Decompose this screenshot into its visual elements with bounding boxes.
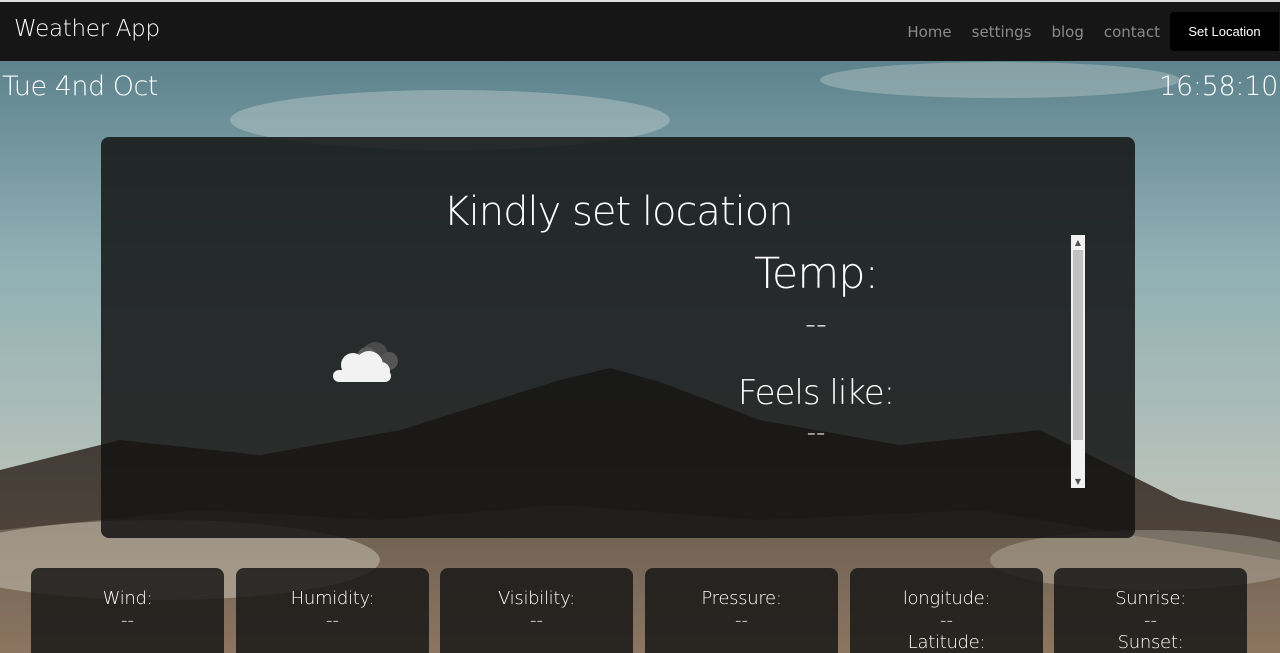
feels-like-value: -- [806, 418, 826, 448]
sunrise-label: Sunrise: [1115, 588, 1186, 609]
temperature-panel: Temp: -- Feels like: -- [711, 247, 921, 448]
scrollbar[interactable]: ▲ ▼ [1071, 235, 1085, 488]
scroll-up-arrow-icon[interactable]: ▲ [1071, 235, 1085, 249]
temp-label: Temp: [753, 249, 879, 299]
humidity-label: Humidity: [290, 588, 375, 609]
current-time: 16:58:10 [1159, 71, 1278, 102]
sunrise-value: -- [1144, 610, 1157, 631]
nav-links: Home settings blog contact [907, 23, 1160, 41]
weather-main-card: Kindly set location Temp: -- Feels like:… [101, 137, 1135, 538]
sunset-label: Sunset: [1117, 632, 1184, 653]
scroll-down-arrow-icon[interactable]: ▼ [1071, 474, 1085, 488]
pressure-label: Pressure: [701, 588, 782, 609]
scrollbar-thumb[interactable] [1073, 250, 1083, 440]
set-location-button[interactable]: Set Location [1170, 12, 1279, 51]
nav-link-contact[interactable]: contact [1104, 23, 1160, 41]
longitude-value: -- [940, 610, 953, 631]
coordinates-card: longitude: -- Latitude: [850, 568, 1043, 653]
cloud-icon [331, 337, 403, 385]
pressure-value: -- [735, 610, 748, 631]
nav-link-home[interactable]: Home [907, 23, 951, 41]
nav-link-settings[interactable]: settings [972, 23, 1032, 41]
temp-value: -- [805, 307, 827, 342]
navbar: Weather App Home settings blog contact S… [0, 2, 1280, 61]
feels-like-label: Feels like: [737, 373, 895, 413]
wind-label: Wind: [102, 588, 153, 609]
sun-times-card: Sunrise: -- Sunset: [1054, 568, 1247, 653]
humidity-value: -- [326, 610, 339, 631]
longitude-label: longitude: [902, 588, 991, 609]
visibility-card: Visibility: -- [440, 568, 633, 653]
wind-value: -- [121, 610, 134, 631]
brand-title[interactable]: Weather App [14, 16, 160, 42]
latitude-label: Latitude: [907, 632, 986, 653]
visibility-label: Visibility: [498, 588, 575, 609]
humidity-card: Humidity: -- [236, 568, 429, 653]
current-date: Tue 4nd Oct [2, 71, 158, 102]
visibility-value: -- [530, 610, 543, 631]
wind-card: Wind: -- [31, 568, 224, 653]
location-title: Kindly set location [443, 189, 793, 235]
pressure-card: Pressure: -- [645, 568, 838, 653]
nav-link-blog[interactable]: blog [1051, 23, 1083, 41]
